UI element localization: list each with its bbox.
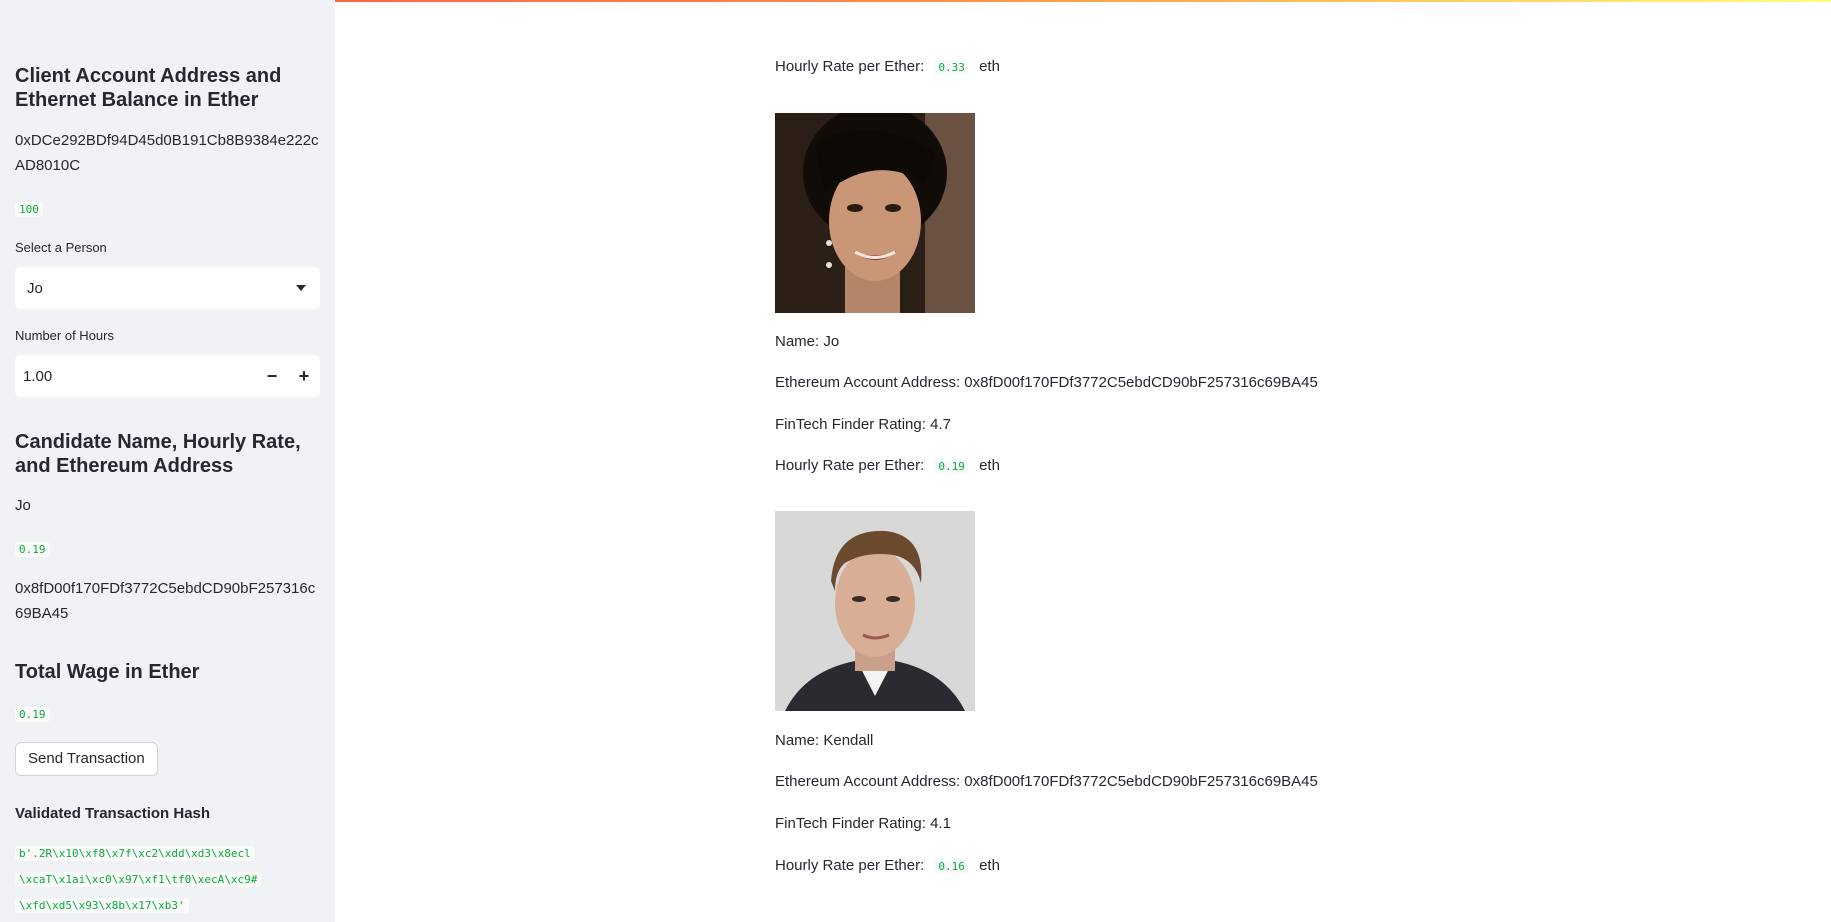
top-hourly-rate: Hourly Rate per Ether: 0.33 eth [775, 58, 1000, 75]
rate-unit: eth [979, 58, 1000, 75]
candidate-rate-wrap: 0.19 [15, 540, 320, 558]
hours-stepper: 1.00 − + [15, 355, 320, 397]
candidate-photo-kendall [775, 511, 975, 711]
rate-label: Hourly Rate per Ether: [775, 857, 925, 874]
candidate-header: Candidate Name, Hourly Rate, and Ethereu… [15, 431, 301, 477]
hours-input[interactable]: 1.00 [15, 368, 256, 385]
candidate-rate-jo: Hourly Rate per Ether: 0.19 eth [775, 457, 1000, 474]
hash-line: \xcaT\x1ai\xc0\x97\xf1\tf0\xecA\xc9# [15, 872, 262, 887]
send-transaction-button[interactable]: Send Transaction [15, 742, 158, 776]
hash-line: \xfd\xd5\x93\x8b\x17\xb3' [15, 898, 189, 913]
rate-value: 0.16 [934, 859, 969, 874]
hours-label: Number of Hours [15, 328, 114, 343]
transaction-hash: b'.2R\x10\xf8\x7f\xc2\xdd\xd3\x8ecl \xca… [15, 841, 320, 919]
person-select-value: Jo [27, 279, 43, 297]
wage-value: 0.19 [15, 707, 50, 722]
increment-button[interactable]: + [288, 355, 320, 397]
rate-value: 0.33 [934, 60, 969, 75]
send-button-wrap: Send Transaction [15, 742, 320, 776]
client-balance: 100 [15, 202, 43, 217]
candidate-name-kendall: Name: Kendall [775, 732, 874, 749]
candidate-address-jo: Ethereum Account Address: 0x8fD00f170FDf… [775, 374, 1318, 391]
candidate-photo-jo [775, 113, 975, 313]
client-account-header: Client Account Address and Ethernet Bala… [15, 65, 282, 111]
hash-line: b'.2R\x10\xf8\x7f\xc2\xdd\xd3\x8ecl [15, 846, 255, 861]
rate-value: 0.19 [934, 459, 969, 474]
decrement-button[interactable]: − [256, 355, 288, 397]
candidate-address: 0x8fD00f170FDf3772C5ebdCD90bF257316c69BA… [15, 580, 316, 622]
client-address: 0xDCe292BDf94D45d0B191Cb8B9384e222cAD801… [15, 132, 319, 174]
candidate-name: Jo [15, 497, 31, 514]
person-select[interactable]: Jo [15, 267, 320, 309]
candidate-rating-jo: FinTech Finder Rating: 4.7 [775, 416, 951, 433]
rate-label: Hourly Rate per Ether: [775, 58, 925, 75]
hash-header: Validated Transaction Hash [15, 805, 211, 822]
sidebar: Client Account Address and Ethernet Bala… [0, 0, 335, 922]
rate-unit: eth [979, 457, 1000, 474]
client-balance-wrap: 100 [15, 200, 320, 218]
candidate-name-jo: Name: Jo [775, 333, 840, 350]
chevron-down-icon [296, 285, 306, 291]
rate-label: Hourly Rate per Ether: [775, 457, 925, 474]
candidate-address-kendall: Ethereum Account Address: 0x8fD00f170FDf… [775, 773, 1318, 790]
candidate-rating-kendall: FinTech Finder Rating: 4.1 [775, 815, 951, 832]
candidate-rate-kendall: Hourly Rate per Ether: 0.16 eth [775, 857, 1000, 874]
candidate-rate: 0.19 [15, 542, 50, 557]
wage-value-wrap: 0.19 [15, 705, 320, 723]
select-person-label: Select a Person [15, 240, 107, 255]
rate-unit: eth [979, 857, 1000, 874]
wage-header: Total Wage in Ether [15, 661, 200, 683]
